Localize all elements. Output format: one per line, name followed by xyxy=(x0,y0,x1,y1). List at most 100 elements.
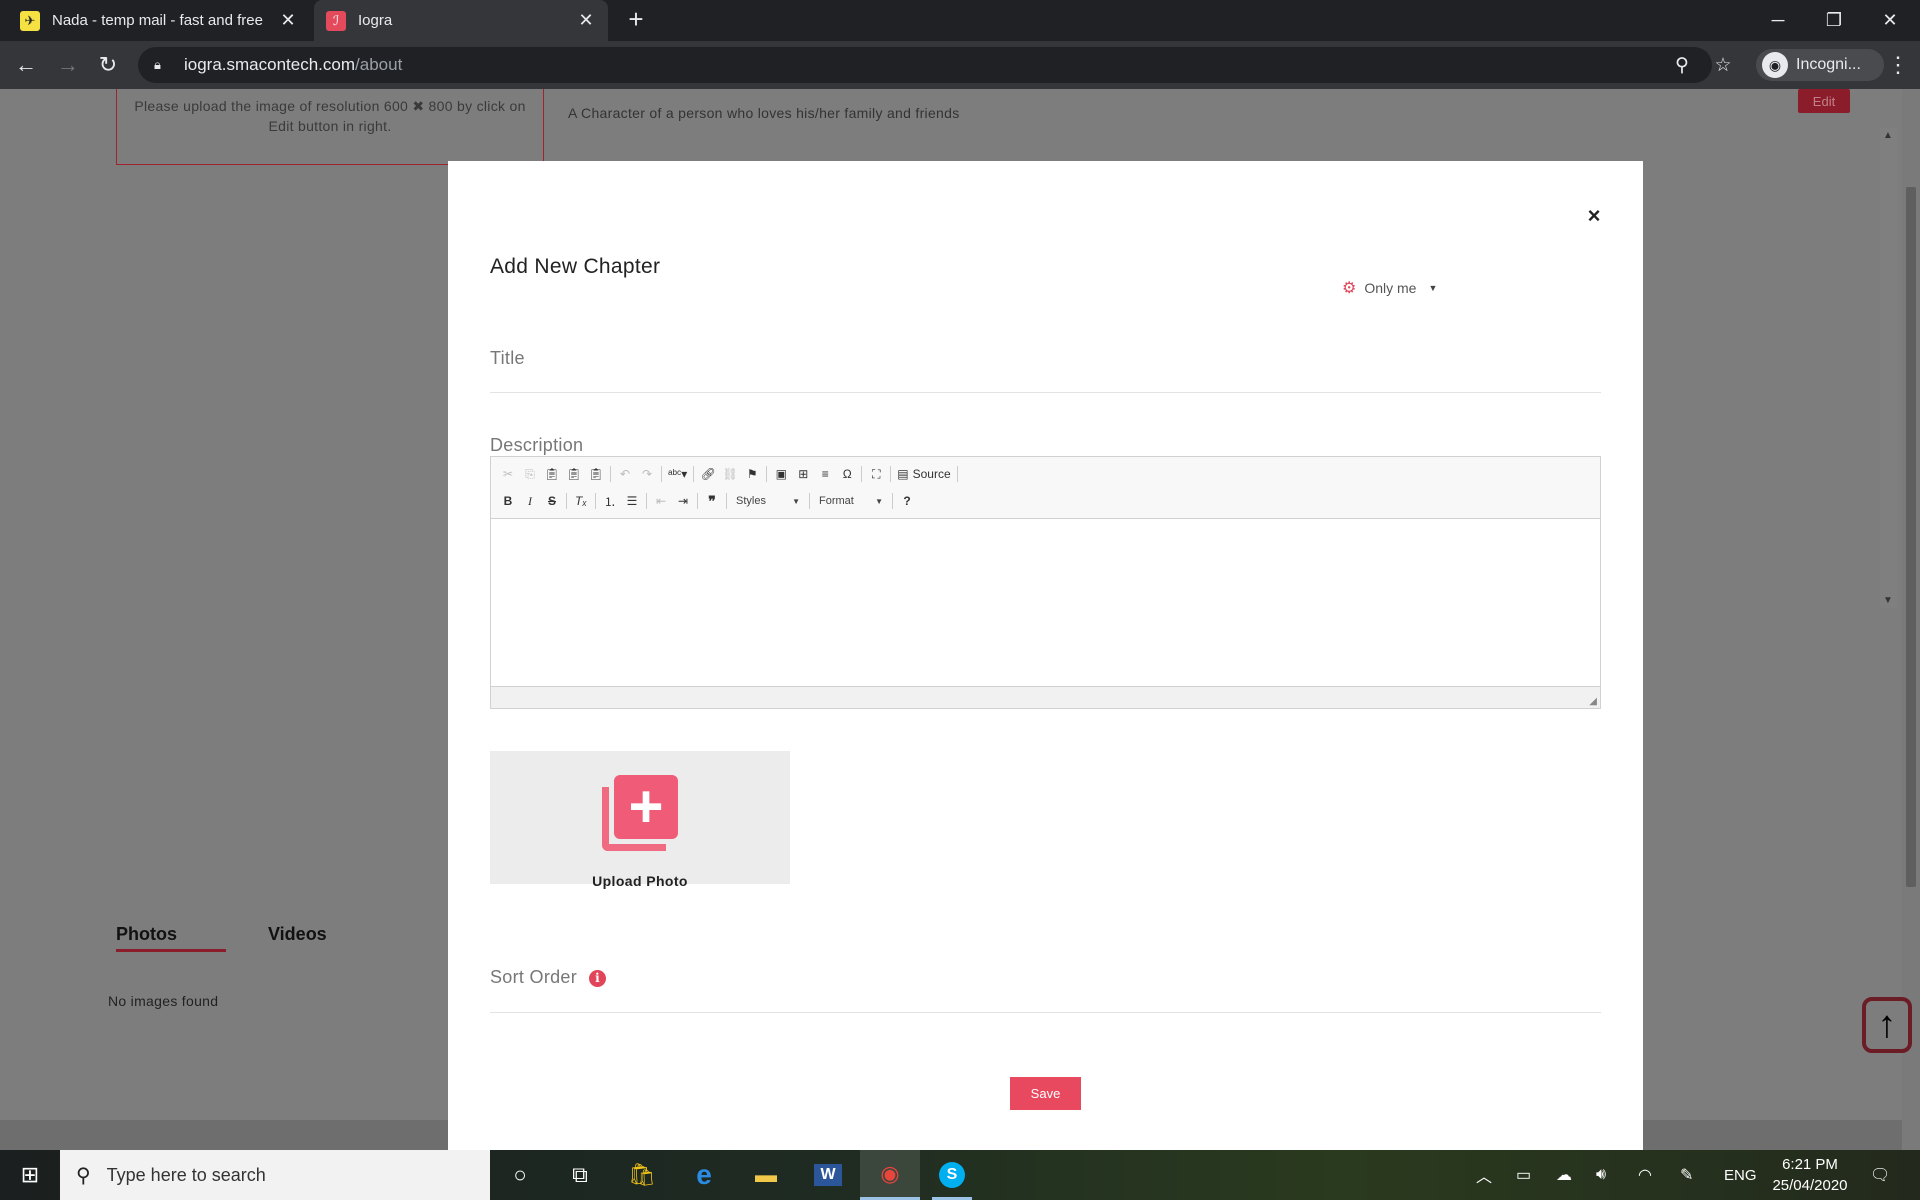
forward-arrow-icon[interactable]: → xyxy=(52,49,84,81)
reload-icon[interactable]: ↻ xyxy=(92,49,124,81)
toolbar-separator xyxy=(956,466,958,482)
scroll-down-icon[interactable]: ▼ xyxy=(1883,595,1893,606)
chrome-icon[interactable]: ◉ xyxy=(860,1150,920,1200)
close-icon[interactable]: × xyxy=(1584,203,1604,229)
volume-icon[interactable]: 🔊︎ xyxy=(1596,1150,1606,1200)
description-label: Description xyxy=(490,435,584,455)
clock-time: 6:21 PM xyxy=(1782,1156,1838,1173)
taskbar-search-box[interactable]: ⚲ Type here to search xyxy=(60,1150,490,1200)
blockquote-icon[interactable]: ❞ xyxy=(701,490,723,512)
outdent-icon[interactable]: ⇤ xyxy=(650,490,672,512)
redo-icon[interactable]: ↷ xyxy=(636,463,658,485)
restore-icon[interactable]: ❐ xyxy=(1806,0,1862,41)
privacy-dropdown[interactable]: ⚙ Only me ▼ xyxy=(1342,278,1437,298)
bold-icon[interactable]: B xyxy=(497,490,519,512)
save-button[interactable]: Save xyxy=(1010,1077,1081,1110)
link-icon[interactable]: 🔗︎ xyxy=(697,463,719,485)
cut-icon[interactable]: ✂ xyxy=(497,463,519,485)
tab-title: Iogra xyxy=(358,12,393,29)
minimize-icon[interactable]: ─ xyxy=(1750,0,1806,41)
about-text: A Character of a person who loves his/he… xyxy=(568,105,960,121)
inner-scrollbar[interactable]: ▲ ▼ xyxy=(1880,128,1898,608)
show-hidden-icons[interactable]: ︿ xyxy=(1476,1150,1492,1200)
address-bar[interactable]: 🔒︎ iogra.smacontech.com/about xyxy=(138,47,1712,83)
italic-icon[interactable]: I xyxy=(519,490,541,512)
title-input[interactable]: Title xyxy=(490,348,525,369)
bookmark-star-icon[interactable]: ☆ xyxy=(1707,49,1739,81)
toolbar-separator xyxy=(646,493,647,509)
scroll-to-top-button[interactable]: ↑ xyxy=(1862,997,1912,1053)
upload-photo-button[interactable]: + xyxy=(490,751,790,884)
wifi-icon[interactable]: ◠ xyxy=(1638,1150,1652,1200)
horizontal-line-icon[interactable]: ≡ xyxy=(814,463,836,485)
edge-icon[interactable]: e xyxy=(674,1150,734,1200)
indent-icon[interactable]: ⇥ xyxy=(672,490,694,512)
back-arrow-icon[interactable]: ← xyxy=(10,49,42,81)
caret-down-icon: ▼ xyxy=(1428,283,1438,293)
resize-handle-icon[interactable]: ◢ xyxy=(1589,696,1597,707)
toolbar-separator xyxy=(661,466,662,482)
special-char-icon[interactable]: Ω xyxy=(836,463,858,485)
spellcheck-icon[interactable]: ᵃᵇᶜ▾ xyxy=(665,463,690,485)
new-tab-button[interactable]: + xyxy=(622,6,650,34)
close-icon[interactable]: ✕ xyxy=(278,10,298,31)
tab-title: Nada - temp mail - fast and free xyxy=(52,12,263,29)
battery-icon[interactable]: ▭ xyxy=(1516,1150,1531,1200)
pen-workspace-icon[interactable]: ✎ xyxy=(1680,1150,1693,1200)
source-button[interactable]: ▤ Source xyxy=(894,463,953,485)
toolbar-separator xyxy=(697,493,698,509)
image-icon[interactable]: ▣ xyxy=(770,463,792,485)
tab-photos[interactable]: Photos xyxy=(116,924,226,952)
format-label: Format xyxy=(819,495,854,507)
windows-taskbar: ⊞ ⚲ Type here to search ○ ⧉ 🛍︎ e ▬ W ◉ S… xyxy=(0,1150,1920,1200)
notifications-icon[interactable]: 🗨︎ xyxy=(1870,1150,1890,1200)
tab-videos[interactable]: Videos xyxy=(268,924,327,945)
toolbar-separator xyxy=(861,466,863,482)
edit-button[interactable]: Edit xyxy=(1798,89,1850,113)
sort-order-field[interactable]: Sort Order i xyxy=(490,967,607,988)
sort-order-underline xyxy=(490,1012,1601,1013)
upload-photo-label: Upload Photo xyxy=(592,873,688,889)
anchor-flag-icon[interactable]: ⚑ xyxy=(741,463,763,485)
styles-dropdown[interactable]: Styles ▼ xyxy=(730,490,806,512)
task-view-icon[interactable]: ⧉ xyxy=(550,1150,610,1200)
editor-content-area[interactable] xyxy=(491,519,1600,686)
scrollbar-thumb[interactable] xyxy=(1906,187,1916,887)
cortana-icon[interactable]: ○ xyxy=(490,1150,550,1200)
close-icon[interactable]: ✕ xyxy=(576,10,596,31)
tab-iogra[interactable]: ℐ Iogra ✕ xyxy=(314,0,608,41)
info-icon[interactable]: i xyxy=(589,969,607,987)
page-scrollbar[interactable] xyxy=(1902,89,1920,1150)
zoom-search-icon[interactable]: ⚲ xyxy=(1666,49,1698,81)
paste-word-icon[interactable]: 📋︎ xyxy=(585,463,607,485)
skype-icon[interactable]: S xyxy=(922,1150,982,1200)
scroll-up-icon[interactable]: ▲ xyxy=(1883,130,1893,141)
help-icon[interactable]: ? xyxy=(896,490,918,512)
undo-icon[interactable]: ↶ xyxy=(614,463,636,485)
bulleted-list-icon[interactable]: ☰ xyxy=(621,490,643,512)
window-close-icon[interactable]: ✕ xyxy=(1862,0,1918,41)
strikethrough-icon[interactable]: S xyxy=(541,490,563,512)
language-indicator[interactable]: ENG xyxy=(1724,1150,1757,1200)
tab-nada[interactable]: ✈ Nada - temp mail - fast and free ✕ xyxy=(8,0,310,41)
windows-start-icon[interactable]: ⊞ xyxy=(0,1150,60,1200)
paste-icon[interactable]: 📋︎ xyxy=(541,463,563,485)
store-icon[interactable]: 🛍︎ xyxy=(612,1150,672,1200)
browser-menu-icon[interactable]: ⋮ xyxy=(1886,49,1910,81)
copy-icon[interactable]: ⎘ xyxy=(519,463,541,485)
incognito-profile-button[interactable]: ◉ Incogni... xyxy=(1756,49,1884,81)
toolbar-separator xyxy=(610,466,611,482)
remove-format-icon[interactable]: Tₓ xyxy=(570,490,592,512)
paste-text-icon[interactable]: 📋︎ xyxy=(563,463,585,485)
numbered-list-icon[interactable]: ⒈ xyxy=(599,490,621,512)
clock[interactable]: 6:21 PM 25/04/2020 xyxy=(1760,1154,1860,1196)
word-icon[interactable]: W xyxy=(798,1150,858,1200)
format-dropdown[interactable]: Format ▼ xyxy=(813,490,889,512)
unlink-icon[interactable]: ⛓ xyxy=(719,463,741,485)
iogra-favicon-icon: ℐ xyxy=(326,10,346,31)
url-host: iogra.smacontech.com xyxy=(184,55,356,74)
maximize-icon[interactable]: ⛶ xyxy=(865,463,887,485)
table-icon[interactable]: ⊞ xyxy=(792,463,814,485)
file-explorer-icon[interactable]: ▬ xyxy=(736,1150,796,1200)
onedrive-cloud-icon[interactable]: ☁ xyxy=(1556,1150,1572,1200)
